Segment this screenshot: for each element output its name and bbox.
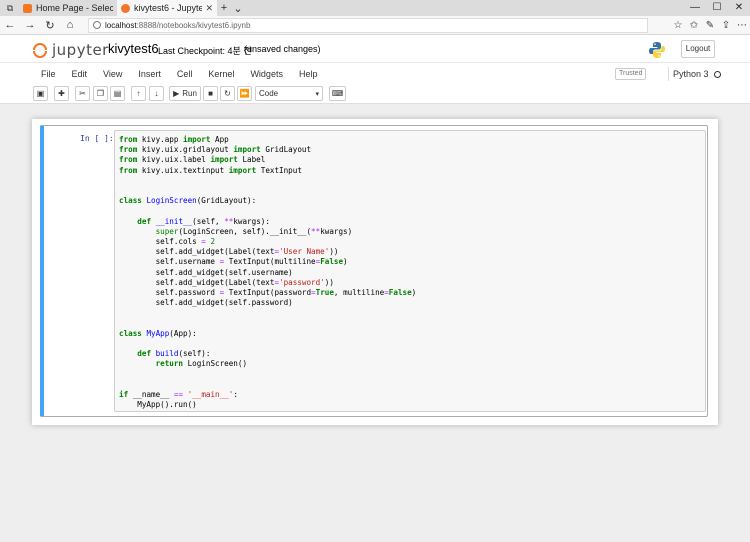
- logout-button[interactable]: Logout: [681, 40, 715, 58]
- kernel-idle-icon: [713, 70, 721, 78]
- kernel-name: Python 3: [673, 69, 709, 79]
- menu-kernel[interactable]: Kernel: [200, 69, 242, 79]
- jupyter-logo-icon: [33, 42, 47, 58]
- checkpoint-status: Last Checkpoint: 4분 전: [158, 46, 252, 56]
- tab-actions-icon[interactable]: ⧉: [3, 1, 17, 15]
- close-window-icon[interactable]: ✕: [728, 0, 750, 16]
- jupyter-favicon-icon: [23, 3, 32, 13]
- address-bar-row: ← → ↻ ⌂ localhost:8888/notebooks/kivytes…: [0, 16, 750, 35]
- site-info-icon[interactable]: [93, 21, 101, 29]
- share-icon[interactable]: ⇪: [718, 20, 734, 31]
- fast-forward-icon[interactable]: ⏩: [237, 86, 252, 101]
- save-icon[interactable]: ▣: [33, 86, 48, 101]
- jupyter-header: jupyter kivytest6 Last Checkpoint: 4분 전 …: [0, 35, 750, 62]
- back-arrow-icon[interactable]: ←: [0, 19, 20, 31]
- move-down-icon[interactable]: ↓: [149, 86, 164, 101]
- logo-text: jupyter: [52, 41, 109, 59]
- favorites-icon[interactable]: ✩: [686, 20, 702, 31]
- more-icon[interactable]: ⋯: [734, 20, 750, 31]
- trusted-indicator[interactable]: Trusted: [615, 68, 647, 80]
- refresh-icon[interactable]: ↻: [40, 19, 60, 32]
- url-input[interactable]: localhost:8888/notebooks/kivytest6.ipynb: [88, 17, 648, 33]
- kernel-indicator: Python 3: [668, 67, 721, 81]
- maximize-icon[interactable]: ☐: [706, 0, 728, 16]
- run-button[interactable]: ▶ Run: [169, 86, 201, 101]
- insert-cell-icon[interactable]: ✚: [54, 86, 69, 101]
- tab-title: kivytest6 - Jupyter Note: [134, 3, 203, 13]
- menubar: File Edit View Insert Cell Kernel Widget…: [0, 62, 750, 84]
- notebook-area: In [ ]: from kivy.app import App from ki…: [0, 105, 750, 542]
- jupyter-favicon-icon: [121, 3, 130, 13]
- cut-icon[interactable]: ✂: [75, 86, 90, 101]
- browser-tab-bar: ⧉ Home Page - Select or crea kivytest6 -…: [0, 0, 750, 16]
- run-label: Run: [182, 89, 197, 98]
- forward-arrow-icon[interactable]: →: [20, 19, 40, 31]
- star-icon[interactable]: ☆: [670, 20, 686, 31]
- restart-icon[interactable]: ↻: [220, 86, 235, 101]
- notebook-name[interactable]: kivytest6: [108, 41, 159, 56]
- autosave-status: (unsaved changes): [244, 44, 321, 54]
- menu-view[interactable]: View: [95, 69, 130, 79]
- cell-type-value: Code: [259, 89, 279, 98]
- menu-help[interactable]: Help: [291, 69, 326, 79]
- home-icon[interactable]: ⌂: [60, 19, 80, 31]
- menu-file[interactable]: File: [33, 69, 64, 79]
- code-text[interactable]: from kivy.app import App from kivy.uix.g…: [119, 135, 416, 410]
- minimize-icon[interactable]: —: [684, 0, 706, 16]
- paste-icon[interactable]: ▤: [110, 86, 125, 101]
- move-up-icon[interactable]: ↑: [131, 86, 146, 101]
- code-cell[interactable]: In [ ]: from kivy.app import App from ki…: [40, 125, 708, 417]
- run-icon: ▶: [173, 89, 180, 98]
- menu-cell[interactable]: Cell: [169, 69, 201, 79]
- url-path: :8888/notebooks/kivytest6.ipynb: [136, 20, 251, 30]
- menu-edit[interactable]: Edit: [64, 69, 96, 79]
- jupyter-logo[interactable]: jupyter: [33, 41, 109, 59]
- browser-tab-notebook[interactable]: kivytest6 - Jupyter Note ✕: [117, 0, 217, 16]
- python-logo-icon: [649, 42, 665, 58]
- menu-widgets[interactable]: Widgets: [242, 69, 291, 79]
- url-host: localhost: [105, 20, 137, 30]
- browser-tab-home[interactable]: Home Page - Select or crea: [19, 0, 117, 16]
- command-palette-icon[interactable]: ⌨: [329, 86, 346, 101]
- cell-type-select[interactable]: Code ▾: [255, 86, 323, 101]
- menu-insert[interactable]: Insert: [130, 69, 169, 79]
- browser-tools: ☆ ✩ ✎ ⇪ ⋯: [670, 20, 750, 31]
- notebook-container: In [ ]: from kivy.app import App from ki…: [32, 119, 718, 425]
- chevron-down-icon: ▾: [315, 90, 319, 98]
- new-tab-icon[interactable]: +: [217, 0, 231, 16]
- copy-icon[interactable]: ❐: [93, 86, 108, 101]
- tab-title: Home Page - Select or crea: [36, 3, 113, 13]
- stop-icon[interactable]: ■: [203, 86, 218, 101]
- close-tab-icon[interactable]: ✕: [205, 3, 213, 14]
- menu-items: File Edit View Insert Cell Kernel Widget…: [33, 63, 325, 85]
- pen-icon[interactable]: ✎: [702, 20, 718, 31]
- code-editor[interactable]: from kivy.app import App from kivy.uix.g…: [114, 130, 706, 412]
- notebook-toolbar: ▣ ✚ ✂ ❐ ▤ ↑ ↓ ▶ Run ■ ↻ ⏩ Code ▾ ⌨: [0, 84, 750, 104]
- window-controls: — ☐ ✕: [684, 0, 750, 16]
- tab-list-chevron-icon[interactable]: ⌄: [231, 0, 245, 16]
- input-prompt: In [ ]:: [80, 134, 114, 143]
